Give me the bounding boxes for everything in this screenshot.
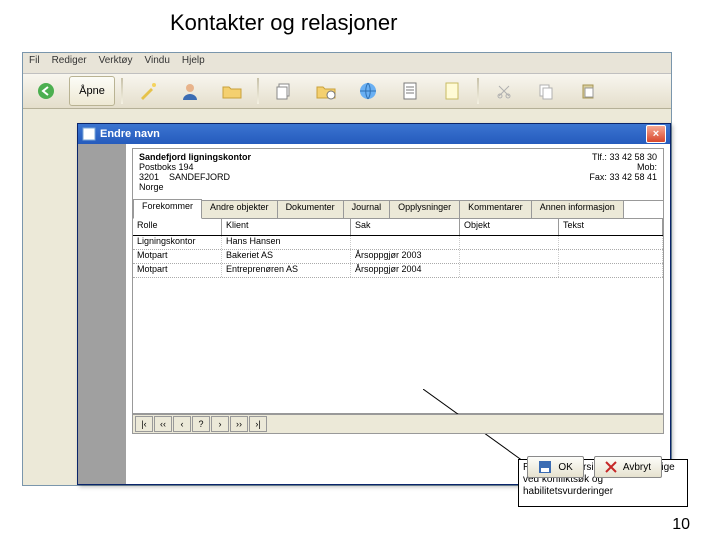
ok-button[interactable]: OK <box>527 456 583 478</box>
ok-label: OK <box>558 462 572 473</box>
slide-number: 10 <box>672 516 690 534</box>
cell <box>460 264 559 277</box>
dialog-title: Endre navn <box>100 128 160 140</box>
menubar: Fil Rediger Verktøy Vindu Hjelp <box>23 53 671 74</box>
toolbar: Åpne <box>23 74 671 109</box>
cell: Motpart <box>133 250 222 263</box>
cell: Entreprenøren AS <box>222 264 351 277</box>
folder-clock-icon[interactable] <box>307 76 345 106</box>
cancel-button[interactable]: Avbryt <box>594 456 662 478</box>
toolbar-separator <box>121 78 123 104</box>
col-tekst[interactable]: Tekst <box>559 219 663 235</box>
note-icon[interactable] <box>433 76 471 106</box>
cancel-icon <box>605 461 617 473</box>
dialog-titlebar[interactable]: Endre navn × <box>78 124 670 144</box>
address-panel: Sandefjord ligningskontor Postboks 194 3… <box>132 148 664 204</box>
fax-label: Fax: <box>589 172 607 182</box>
menu-verktoy[interactable]: Verktøy <box>99 55 133 71</box>
dialog-left-gutter <box>78 144 127 484</box>
person-icon[interactable] <box>171 76 209 106</box>
menu-hjelp[interactable]: Hjelp <box>182 55 205 71</box>
paste-icon[interactable] <box>569 76 607 106</box>
contact-postcode: 3201 <box>139 172 159 182</box>
cell <box>559 250 663 263</box>
cell <box>460 250 559 263</box>
col-objekt[interactable]: Objekt <box>460 219 559 235</box>
cell: Årsoppgjør 2003 <box>351 250 460 263</box>
dialog-endre-navn: Endre navn × Sandefjord ligningskontor P… <box>77 123 671 485</box>
cell <box>351 236 460 249</box>
cell: Motpart <box>133 264 222 277</box>
slide-title: Kontakter og relasjoner <box>0 0 720 40</box>
menu-rediger[interactable]: Rediger <box>52 55 87 71</box>
menu-fil[interactable]: Fil <box>29 55 40 71</box>
cell: Ligningskontor <box>133 236 222 249</box>
fax-value: 33 42 58 41 <box>609 172 657 182</box>
tab-opplysninger[interactable]: Opplysninger <box>390 200 460 219</box>
contact-country: Norge <box>139 182 251 192</box>
relations-grid[interactable]: Rolle Klient Sak Objekt Tekst Ligningsko… <box>132 218 664 414</box>
cell: Hans Hansen <box>222 236 351 249</box>
cell <box>559 264 663 277</box>
dialog-content: Sandefjord ligningskontor Postboks 194 3… <box>126 144 670 484</box>
nav-first[interactable]: |‹ <box>135 416 153 432</box>
document-icon[interactable] <box>391 76 429 106</box>
tab-forekommer[interactable]: Forekommer <box>133 199 202 219</box>
toolbar-separator <box>257 78 259 104</box>
back-button[interactable] <box>27 76 65 106</box>
cell: Årsoppgjør 2004 <box>351 264 460 277</box>
table-row[interactable]: Ligningskontor Hans Hansen <box>133 236 663 250</box>
nav-next[interactable]: › <box>211 416 229 432</box>
menu-vindu[interactable]: Vindu <box>145 55 170 71</box>
save-icon <box>538 460 552 474</box>
tab-kommentarer[interactable]: Kommentarer <box>460 200 532 219</box>
nav-query[interactable]: ? <box>192 416 210 432</box>
cancel-label: Avbryt <box>623 462 651 473</box>
contact-city: SANDEFJORD <box>169 172 230 182</box>
table-row[interactable]: Motpart Bakeriet AS Årsoppgjør 2003 <box>133 250 663 264</box>
dialog-buttons: OK Avbryt <box>527 456 662 478</box>
table-row[interactable]: Motpart Entreprenøren AS Årsoppgjør 2004 <box>133 264 663 278</box>
nav-fastback[interactable]: ‹‹ <box>154 416 172 432</box>
folder-open-icon[interactable] <box>213 76 251 106</box>
globe-icon[interactable] <box>349 76 387 106</box>
open-button[interactable]: Åpne <box>69 76 115 106</box>
tab-journal[interactable]: Journal <box>344 200 391 219</box>
contact-name: Sandefjord ligningskontor <box>139 152 251 162</box>
cell: Bakeriet AS <box>222 250 351 263</box>
window-icon <box>82 127 96 141</box>
grid-header: Rolle Klient Sak Objekt Tekst <box>133 219 663 236</box>
cut-icon[interactable] <box>485 76 523 106</box>
tlf-value: 33 42 58 30 <box>609 152 657 162</box>
close-button[interactable]: × <box>646 125 666 143</box>
toolbar-separator <box>477 78 479 104</box>
col-klient[interactable]: Klient <box>222 219 351 235</box>
cell <box>559 236 663 249</box>
tabstrip: Forekommer Andre objekter Dokumenter Jou… <box>132 200 664 219</box>
col-sak[interactable]: Sak <box>351 219 460 235</box>
contact-pobox: Postboks 194 <box>139 162 251 172</box>
nav-prev[interactable]: ‹ <box>173 416 191 432</box>
cell <box>460 236 559 249</box>
nav-fastfwd[interactable]: ›› <box>230 416 248 432</box>
record-navigator: |‹ ‹‹ ‹ ? › ›› ›| <box>132 414 664 434</box>
nav-last[interactable]: ›| <box>249 416 267 432</box>
tab-dokumenter[interactable]: Dokumenter <box>278 200 344 219</box>
application-window: Fil Rediger Verktøy Vindu Hjelp Åpne End… <box>22 52 672 486</box>
tlf-label: Tlf.: <box>592 152 607 162</box>
col-rolle[interactable]: Rolle <box>133 219 222 235</box>
copy2-icon[interactable] <box>527 76 565 106</box>
mob-label: Mob: <box>637 162 657 172</box>
wand-icon[interactable] <box>129 76 167 106</box>
copy-icon[interactable] <box>265 76 303 106</box>
tab-annen-informasjon[interactable]: Annen informasjon <box>532 200 624 219</box>
tab-andre-objekter[interactable]: Andre objekter <box>202 200 278 219</box>
